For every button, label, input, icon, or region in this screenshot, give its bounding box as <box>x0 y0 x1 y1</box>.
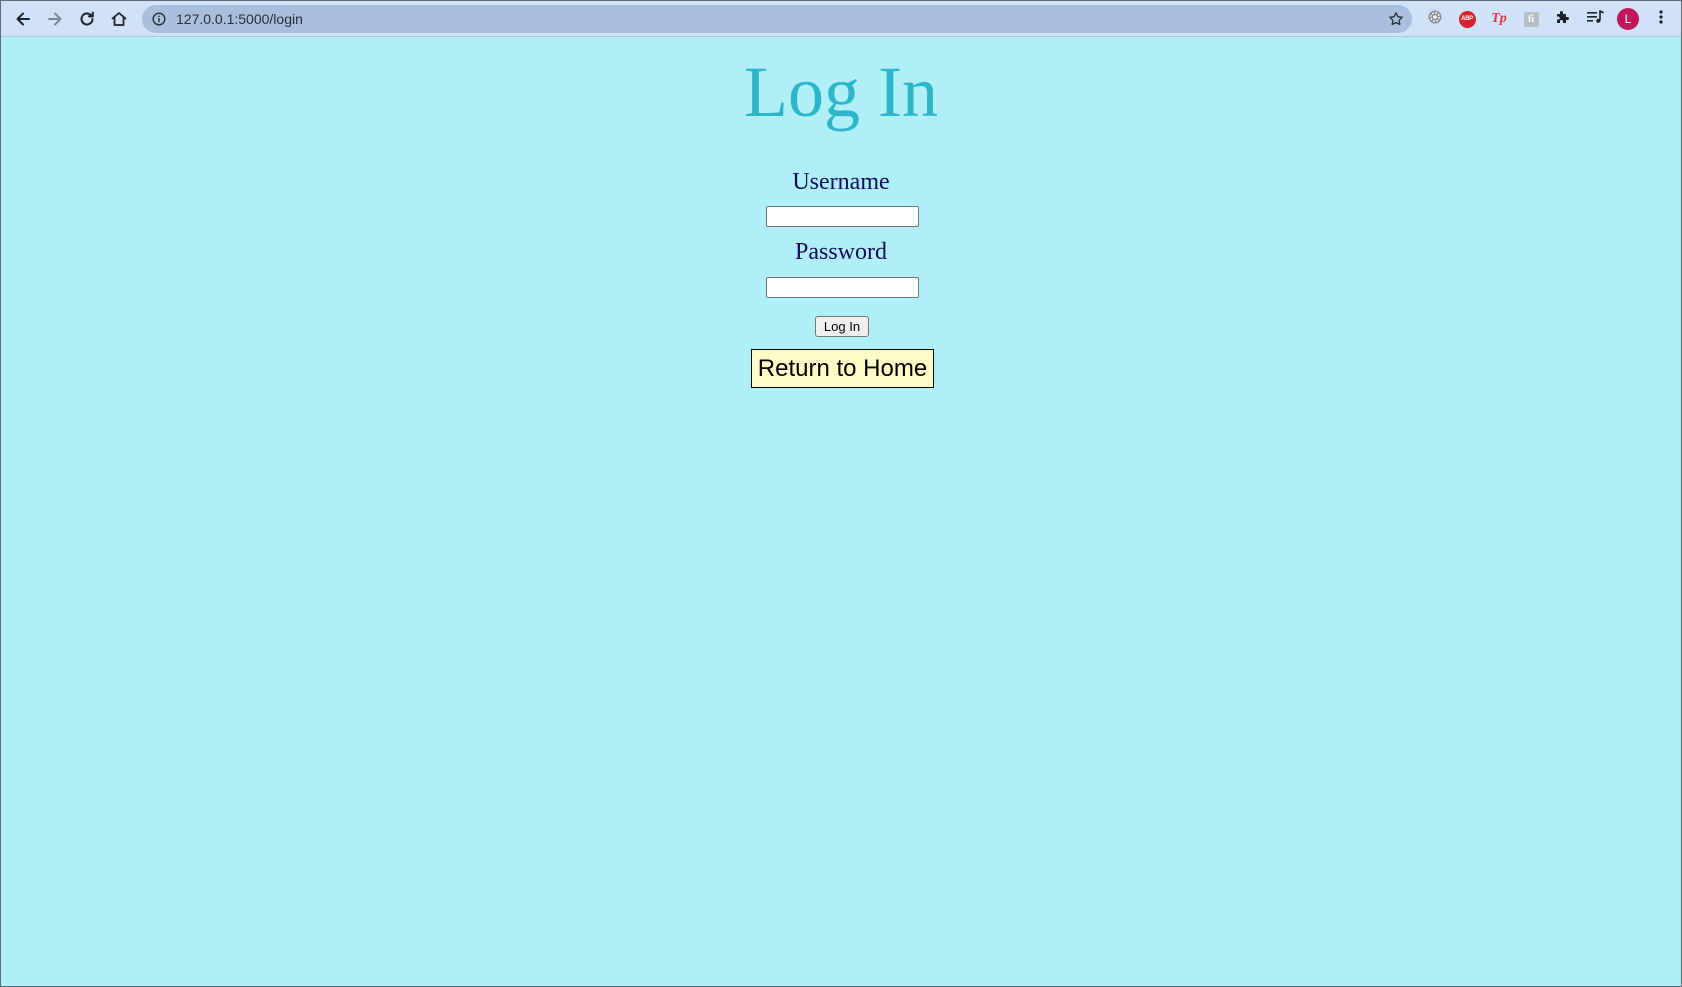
puzzle-icon <box>1555 9 1571 30</box>
browser-window: 127.0.0.1:5000/login ABP Tp fi L Log In … <box>0 0 1682 987</box>
profile-avatar[interactable]: L <box>1617 8 1639 30</box>
media-queue-icon <box>1586 9 1604 30</box>
username-input[interactable] <box>766 206 919 227</box>
tp-extension-icon: Tp <box>1491 11 1507 26</box>
username-label: Username <box>792 169 890 195</box>
extensions-button[interactable] <box>1552 8 1574 30</box>
return-home-button[interactable]: Return to Home <box>751 349 934 388</box>
adblock-extension-button[interactable]: ABP <box>1456 8 1478 30</box>
browser-toolbar: 127.0.0.1:5000/login ABP Tp fi L <box>1 1 1681 37</box>
forward-icon <box>46 10 64 28</box>
page-title: Log In <box>744 52 938 132</box>
reload-button[interactable] <box>73 5 101 33</box>
login-page: Log In Username Password Log In Return t… <box>1 37 1681 986</box>
browser-menu-button[interactable] <box>1650 8 1672 30</box>
back-icon <box>14 10 32 28</box>
gray-extension-button[interactable]: fi <box>1520 8 1542 30</box>
gear-extension-icon <box>1426 8 1444 31</box>
adblock-icon: ABP <box>1458 10 1476 28</box>
address-url[interactable]: 127.0.0.1:5000/login <box>176 11 303 27</box>
home-icon <box>110 10 128 28</box>
password-label: Password <box>794 239 887 265</box>
kebab-menu-icon <box>1658 9 1664 30</box>
gray-extension-icon: fi <box>1523 11 1539 27</box>
back-button[interactable] <box>9 5 37 33</box>
star-icon[interactable] <box>1388 11 1404 27</box>
forward-button[interactable] <box>41 5 69 33</box>
address-bar[interactable]: 127.0.0.1:5000/login <box>142 5 1412 33</box>
tp-extension-button[interactable]: Tp <box>1488 8 1510 30</box>
login-submit-button[interactable]: Log In <box>815 316 869 337</box>
home-nav-button[interactable] <box>105 5 133 33</box>
password-input[interactable] <box>766 277 919 298</box>
info-icon[interactable] <box>152 12 166 26</box>
reload-icon <box>78 10 96 28</box>
gear-extension-button[interactable] <box>1424 8 1446 30</box>
media-queue-button[interactable] <box>1584 8 1606 30</box>
